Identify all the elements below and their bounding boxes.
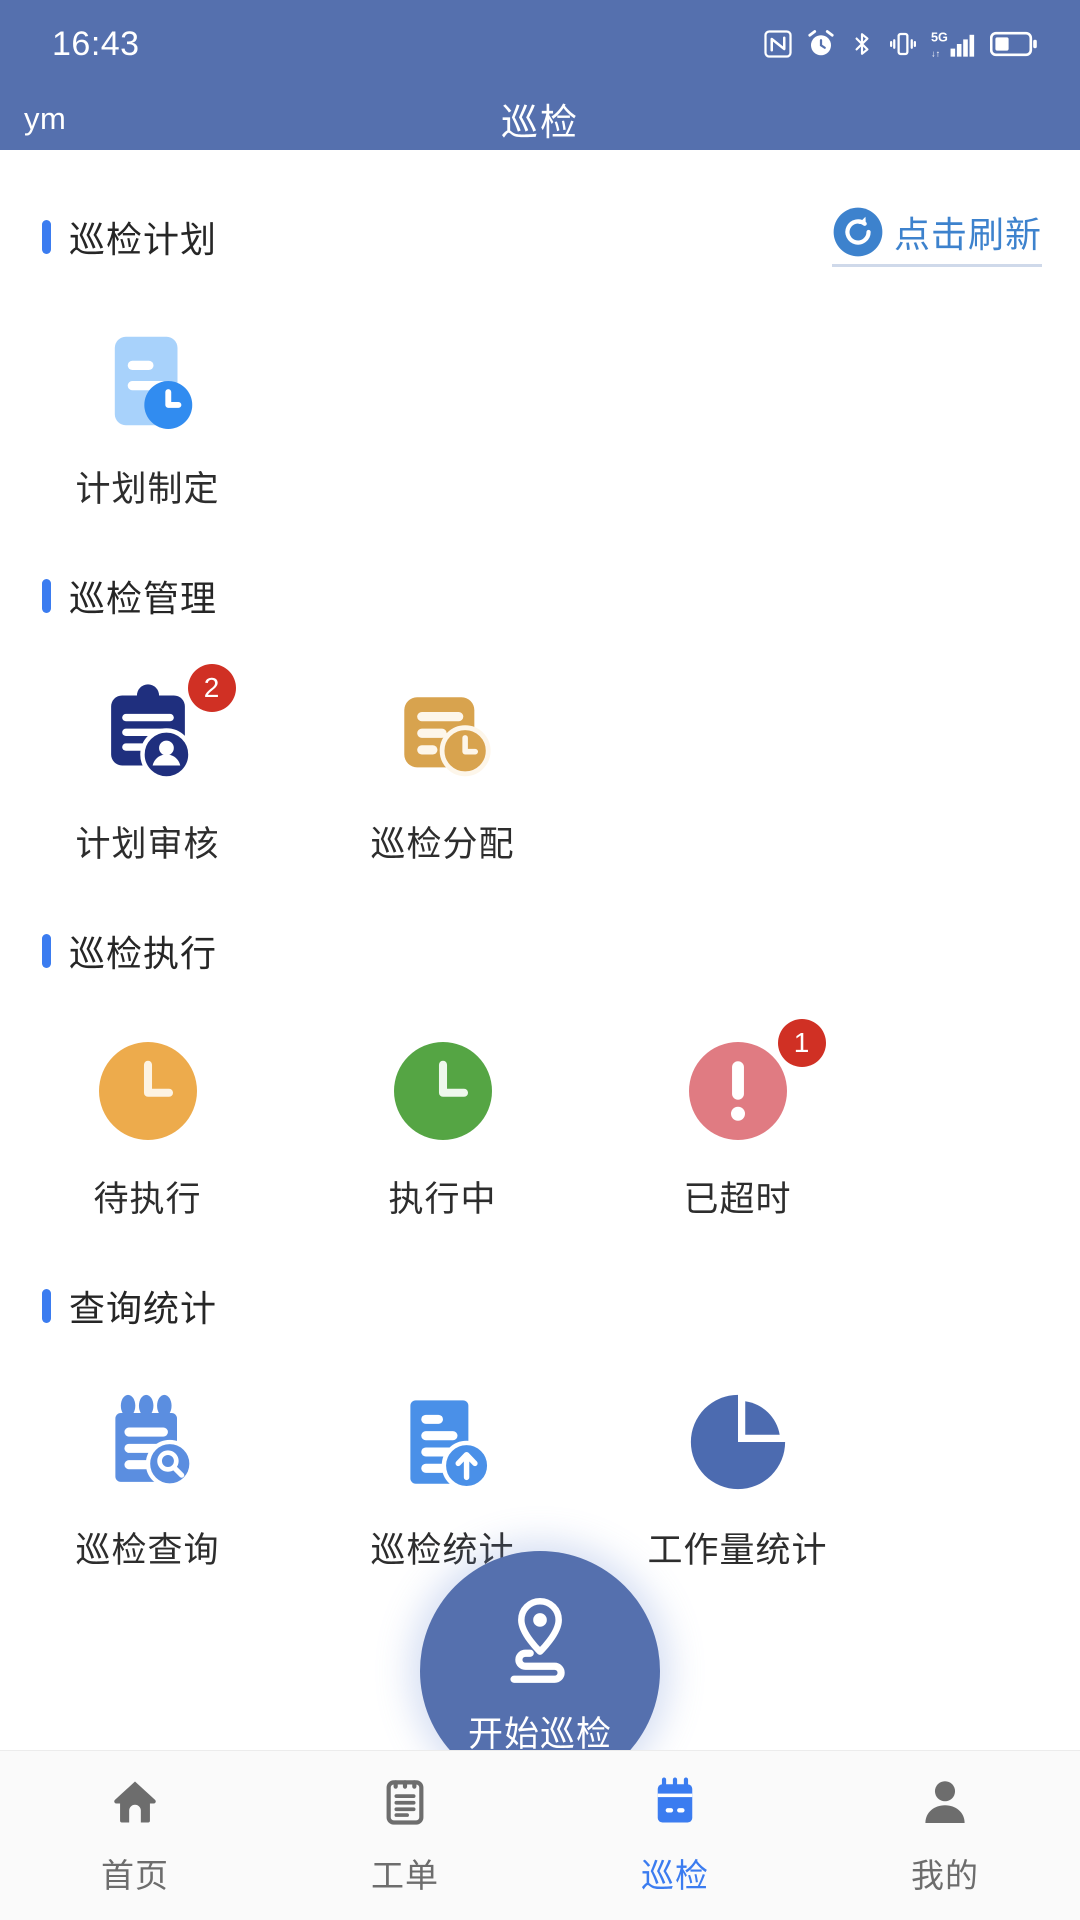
menu-item-pending[interactable]: 待执行 — [0, 1025, 295, 1222]
status-badge: 1 — [777, 1019, 826, 1067]
svg-text:↓↑: ↓↑ — [931, 49, 940, 59]
grid-plan: 计划制定 — [0, 315, 1080, 512]
menu-item-workload-statistics[interactable]: 工作量统计 — [590, 1376, 885, 1573]
tab-inspection[interactable]: 巡检 — [540, 1774, 810, 1897]
status-badge: 2 — [187, 664, 236, 712]
menu-item-inspection-query[interactable]: 巡检查询 — [0, 1376, 295, 1573]
clock-circle-icon — [82, 1025, 214, 1157]
app-bar: ym 巡检 — [0, 88, 1080, 150]
location-route-icon — [488, 1585, 592, 1694]
menu-item-label: 巡检分配 — [370, 825, 515, 864]
menu-item-plan-create[interactable]: 计划制定 — [0, 315, 295, 512]
exclamation-circle-icon: 1 — [672, 1019, 826, 1157]
home-icon — [107, 1774, 163, 1835]
grid-execution: 待执行 执行中 1 已超时 — [0, 1019, 1080, 1222]
section-header-plan: 巡检计划 点击刷新 — [0, 206, 1080, 267]
tab-label: 我的 — [911, 1857, 979, 1894]
bottom-tab-bar: 首页 工单 巡检 我的 — [0, 1750, 1080, 1920]
app-screen: 16:43 5G ↓↑ ym 巡检 巡检计划 点击刷新 计划制定 巡检管理 2 … — [0, 0, 1080, 1920]
menu-item-inspection-assign[interactable]: 巡检分配 — [295, 670, 590, 867]
section-title: 巡检计划 — [69, 218, 218, 260]
refresh-button[interactable]: 点击刷新 — [831, 206, 1042, 267]
clipboard-user-icon: 2 — [82, 664, 236, 802]
grid-statistics: 巡检查询 巡检统计 工作量统计 — [0, 1376, 1080, 1573]
menu-item-in-progress[interactable]: 执行中 — [295, 1025, 590, 1222]
section-header-statistics: 查询统计 — [0, 1280, 1080, 1332]
section-header-management: 巡检管理 — [0, 570, 1080, 622]
tab-profile[interactable]: 我的 — [810, 1774, 1080, 1897]
document-clock-orange-icon — [377, 670, 509, 802]
person-icon — [917, 1774, 973, 1835]
section-header-execution: 巡检执行 — [0, 925, 1080, 977]
section-accent-bar — [42, 1289, 51, 1323]
grid-management: 2 计划审核 巡检分配 — [0, 664, 1080, 867]
menu-item-label: 巡检查询 — [75, 1531, 220, 1570]
clipboard-list-icon — [377, 1774, 433, 1835]
alarm-icon — [806, 29, 836, 59]
section-title: 巡检执行 — [69, 933, 218, 974]
pie-chart-icon — [672, 1376, 804, 1508]
menu-item-label: 执行中 — [388, 1180, 497, 1219]
menu-item-overdue[interactable]: 1 已超时 — [590, 1019, 885, 1222]
menu-item-inspection-statistics[interactable]: 巡检统计 — [295, 1376, 590, 1573]
section-title: 巡检管理 — [69, 578, 218, 619]
menu-item-label: 待执行 — [93, 1180, 202, 1219]
status-time: 16:43 — [52, 24, 140, 63]
menu-item-plan-review[interactable]: 2 计划审核 — [0, 664, 295, 867]
menu-item-label: 计划审核 — [75, 825, 220, 864]
appbar-user-label[interactable]: ym — [24, 101, 66, 137]
tab-label: 首页 — [101, 1857, 169, 1894]
tab-work-order[interactable]: 工单 — [270, 1774, 540, 1897]
svg-text:5G: 5G — [931, 31, 948, 45]
document-clock-icon — [82, 315, 214, 447]
nfc-icon — [763, 29, 793, 59]
battery-icon — [990, 30, 1038, 58]
vibrate-icon — [888, 29, 918, 59]
menu-item-label: 计划制定 — [75, 470, 220, 509]
5g-signal-icon: 5G ↓↑ — [931, 28, 977, 60]
clock-circle-icon — [377, 1025, 509, 1157]
menu-item-label: 工作量统计 — [647, 1531, 828, 1570]
calendar-check-icon — [647, 1774, 703, 1835]
content-area: 巡检计划 点击刷新 计划制定 巡检管理 2 计划审核 巡检分配 巡检执行 待执行… — [0, 206, 1080, 1920]
refresh-label: 点击刷新 — [893, 214, 1042, 255]
menu-item-label: 已超时 — [683, 1180, 792, 1219]
tab-home[interactable]: 首页 — [0, 1774, 270, 1897]
bluetooth-icon — [849, 29, 875, 59]
tab-label: 工单 — [371, 1857, 439, 1894]
section-accent-bar — [42, 579, 51, 613]
document-upload-icon — [377, 1376, 509, 1508]
refresh-icon — [832, 206, 884, 258]
section-title: 查询统计 — [69, 1288, 218, 1329]
page-title: 巡检 — [501, 102, 579, 143]
section-accent-bar — [42, 934, 51, 968]
notepad-search-icon — [82, 1376, 214, 1508]
section-accent-bar — [42, 219, 51, 254]
status-bar: 16:43 5G ↓↑ — [0, 0, 1080, 88]
status-icon-group: 5G ↓↑ — [763, 28, 1038, 60]
tab-label: 巡检 — [641, 1857, 709, 1894]
